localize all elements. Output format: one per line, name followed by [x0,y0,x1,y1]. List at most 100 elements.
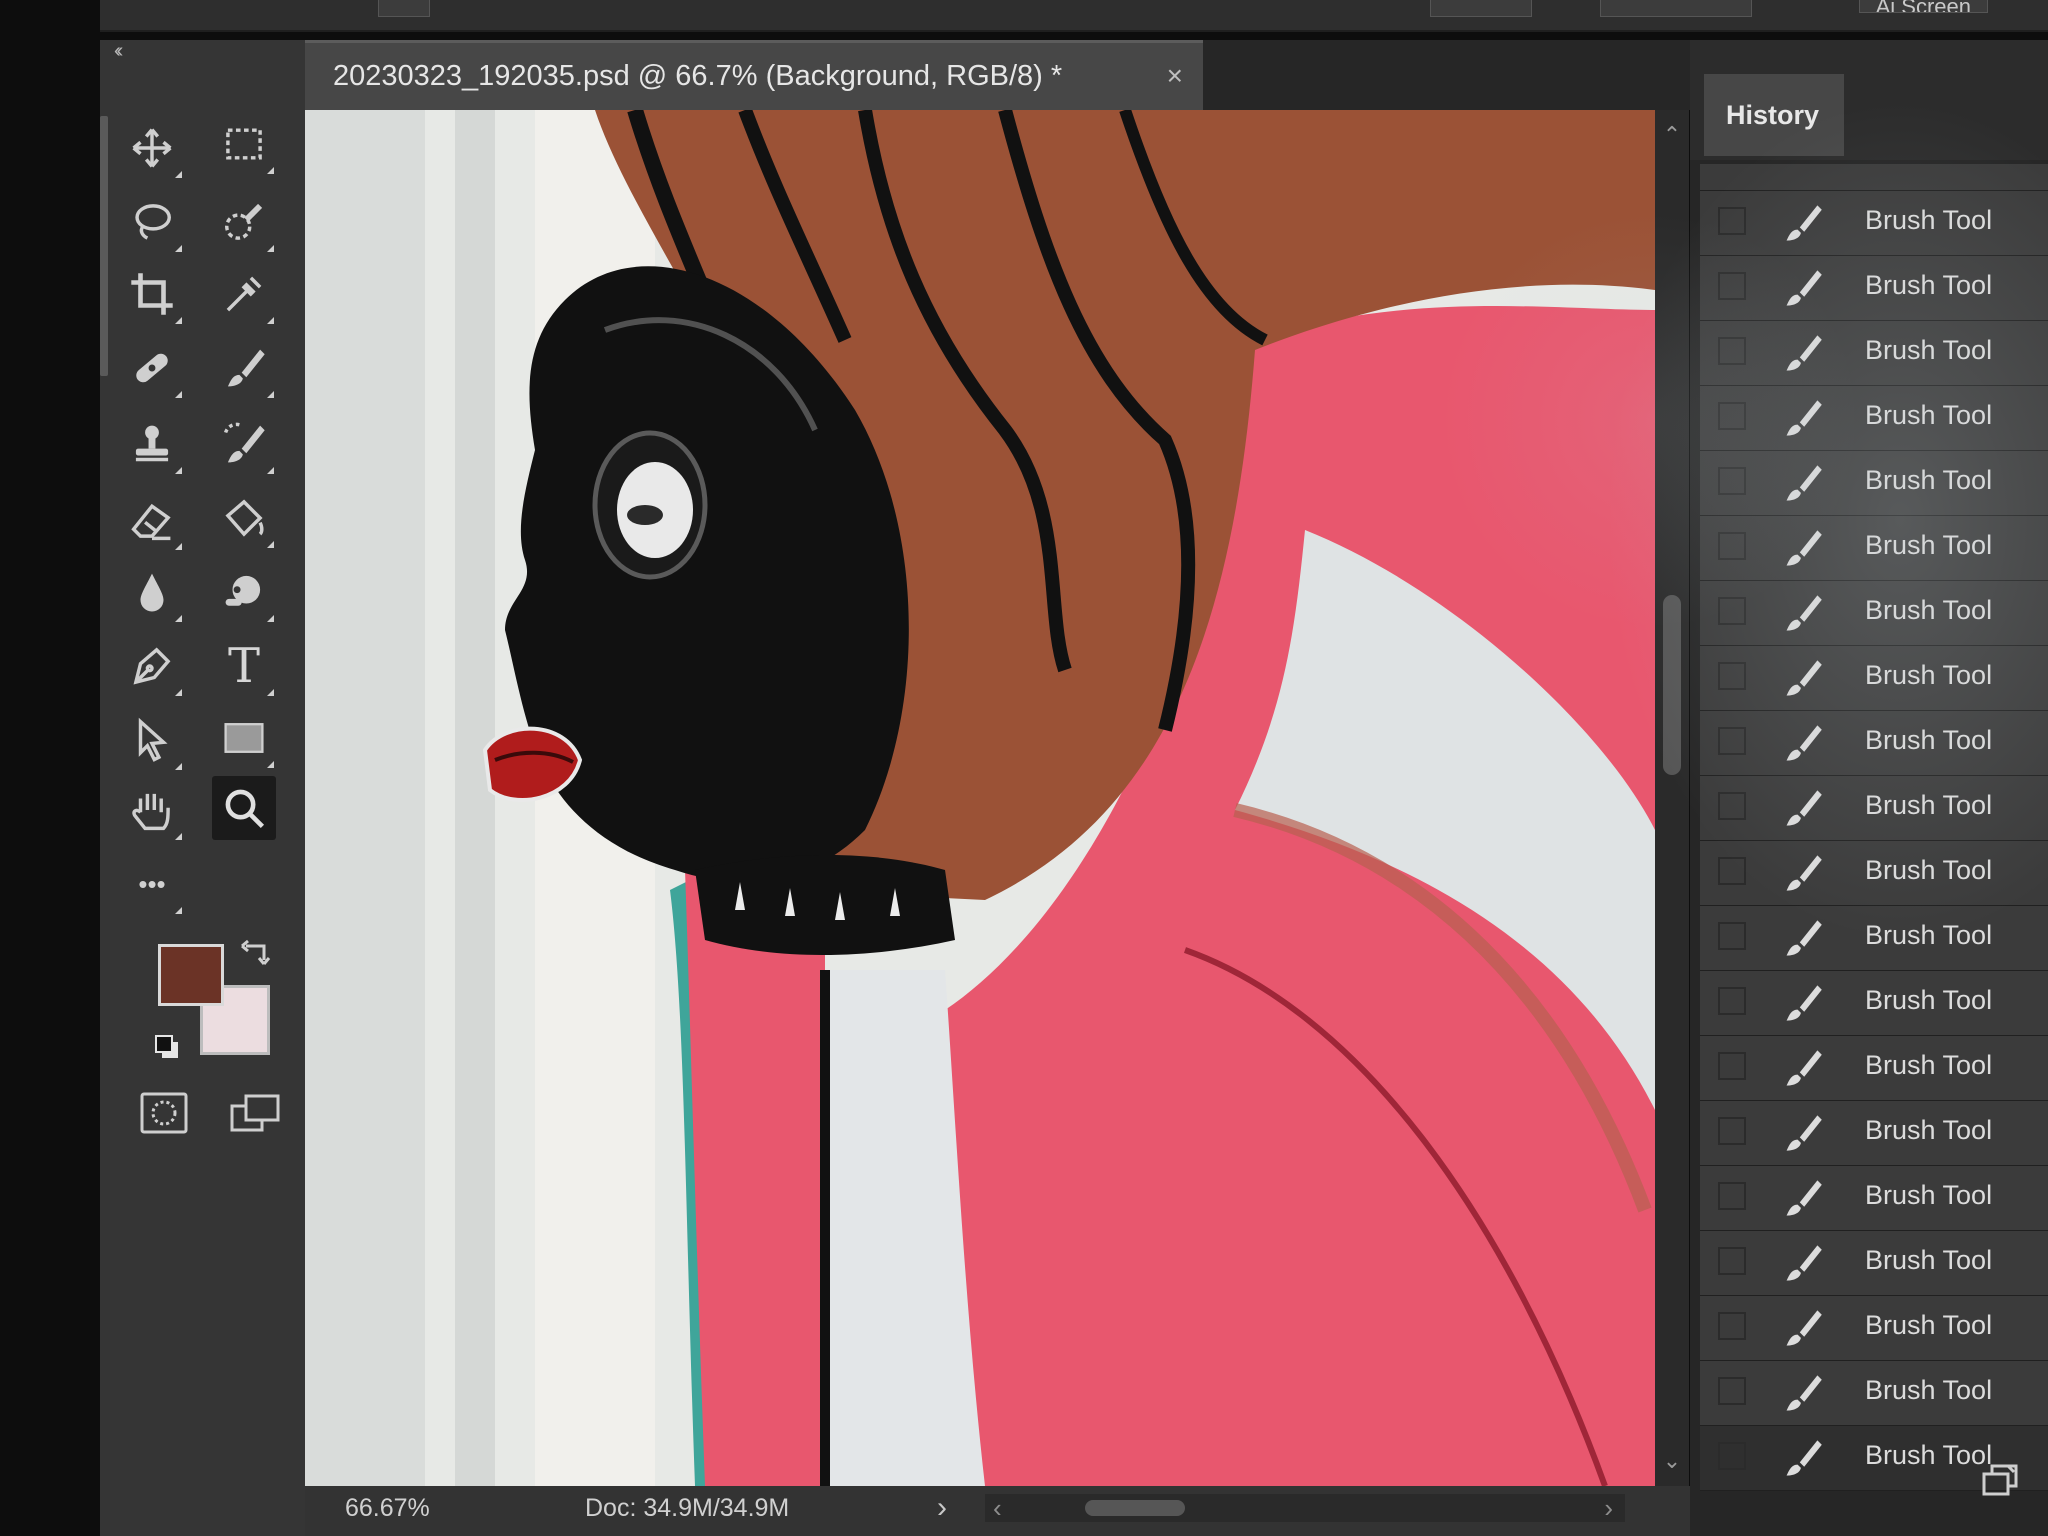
lasso-icon[interactable] [120,190,184,254]
history-item[interactable]: Brush Tool [1700,841,2048,906]
history-source-checkbox[interactable] [1718,337,1746,365]
rectangle-icon[interactable] [212,706,276,770]
history-source-checkbox[interactable] [1718,1182,1746,1210]
history-source-checkbox[interactable] [1718,402,1746,430]
options-bar: Ai Screen [100,0,2048,32]
history-row-partial [1700,164,2048,191]
default-colors-icon[interactable] [152,1032,184,1064]
history-item[interactable]: Brush Tool [1700,581,2048,646]
history-item[interactable]: Brush Tool [1700,1231,2048,1296]
vertical-scrollbar[interactable]: ⌃ ⌄ [1655,110,1689,1486]
path-selection-icon[interactable] [120,708,184,772]
more-tools-icon[interactable]: ••• [120,852,184,916]
brush-icon [1786,530,1822,566]
history-item[interactable]: Brush Tool [1700,321,2048,386]
scroll-left-icon[interactable]: ‹ [993,1486,1002,1530]
move-icon[interactable] [120,116,184,180]
history-source-checkbox[interactable] [1718,532,1746,560]
history-item[interactable]: Brush Tool [1700,646,2048,711]
close-document-icon[interactable]: × [1167,43,1183,109]
history-source-checkbox[interactable] [1718,1442,1746,1470]
history-source-checkbox[interactable] [1718,792,1746,820]
history-source-checkbox[interactable] [1718,207,1746,235]
brush-icon [1786,855,1822,891]
history-item[interactable]: Brush Tool [1700,1036,2048,1101]
options-button[interactable] [1430,0,1532,17]
eyedropper-icon[interactable] [212,262,276,326]
foreground-color-swatch[interactable] [158,944,224,1006]
history-item[interactable]: Brush Tool [1700,451,2048,516]
zoom-icon[interactable] [212,776,276,840]
history-source-checkbox[interactable] [1718,1377,1746,1405]
history-source-checkbox[interactable] [1718,272,1746,300]
history-source-checkbox[interactable] [1718,1312,1746,1340]
history-source-checkbox[interactable] [1718,857,1746,885]
scroll-up-icon[interactable]: ⌃ [1655,122,1689,148]
history-item-label: Brush Tool [1865,985,1993,1015]
history-item[interactable]: Brush Tool [1700,1101,2048,1166]
history-item[interactable]: Brush Tool [1700,191,2048,256]
history-item-label: Brush Tool [1865,660,1993,690]
history-source-checkbox[interactable] [1718,1117,1746,1145]
pen-icon[interactable] [120,634,184,698]
history-item[interactable]: Brush Tool [1700,906,2048,971]
history-item-label: Brush Tool [1865,270,1993,300]
history-source-checkbox[interactable] [1718,597,1746,625]
history-item[interactable]: Brush Tool [1700,776,2048,841]
history-source-checkbox[interactable] [1718,987,1746,1015]
workspace-label[interactable]: Ai Screen [1858,0,1988,13]
history-item[interactable]: Brush Tool [1700,971,2048,1036]
quick-mask-icon[interactable] [138,1090,190,1136]
history-item[interactable]: Brush Tool [1700,1296,2048,1361]
horizontal-scroll-thumb[interactable] [1085,1500,1185,1516]
artwork-left-band [305,110,425,1486]
toolbar-grip[interactable] [100,116,108,376]
status-bar: 66.67% Doc: 34.9M/34.9M › ‹ › [305,1486,1690,1536]
document-title: 20230323_192035.psd @ 66.7% (Background,… [333,60,1063,92]
blur-icon[interactable] [120,560,184,624]
canvas[interactable] [305,110,1655,1486]
history-source-checkbox[interactable] [1718,662,1746,690]
dodge-icon[interactable] [212,560,276,624]
history-item[interactable]: Brush Tool [1700,1361,2048,1426]
history-item[interactable]: Brush Tool [1700,711,2048,776]
hand-icon[interactable] [120,778,184,842]
new-snapshot-icon[interactable] [1978,1460,2022,1500]
rectangular-marquee-icon[interactable] [212,112,276,176]
screen-mode-icon[interactable] [228,1090,284,1136]
clone-stamp-icon[interactable] [120,412,184,476]
document-tab[interactable]: 20230323_192035.psd @ 66.7% (Background,… [305,40,1203,110]
history-source-checkbox[interactable] [1718,1052,1746,1080]
history-item[interactable]: Brush Tool [1700,516,2048,581]
zoom-level[interactable]: 66.67% [345,1486,430,1530]
history-item-label: Brush Tool [1865,400,1993,430]
scroll-down-icon[interactable]: ⌄ [1655,1448,1689,1474]
scroll-right-icon[interactable]: › [1604,1486,1613,1530]
history-item-label: Brush Tool [1865,1375,1993,1405]
history-source-checkbox[interactable] [1718,467,1746,495]
paint-bucket-icon[interactable] [212,486,276,550]
vertical-scroll-thumb[interactable] [1663,595,1681,775]
horizontal-scrollbar[interactable]: ‹ › [985,1493,1625,1523]
quick-selection-icon[interactable] [212,190,276,254]
options-button[interactable] [1600,0,1752,17]
eraser-icon[interactable] [120,488,184,552]
history-source-checkbox[interactable] [1718,922,1746,950]
status-menu-arrow-icon[interactable]: › [937,1486,947,1530]
history-source-checkbox[interactable] [1718,727,1746,755]
history-item[interactable]: Brush Tool [1700,386,2048,451]
crop-icon[interactable] [120,262,184,326]
swap-colors-icon[interactable] [240,936,272,968]
collapse-toolbar-icon[interactable]: ‹‹ [114,40,124,63]
tab-history[interactable]: History [1704,74,1844,156]
history-brush-icon[interactable] [212,412,276,476]
history-item[interactable]: Brush Tool [1700,256,2048,321]
options-button[interactable] [378,0,430,17]
spot-healing-icon[interactable] [120,336,184,400]
history-source-checkbox[interactable] [1718,1247,1746,1275]
brush-icon [1786,1310,1822,1346]
history-item[interactable]: Brush Tool [1700,1166,2048,1231]
brush-icon[interactable] [212,336,276,400]
history-item-label: Brush Tool [1865,1115,1993,1145]
type-icon[interactable]: T [212,634,276,698]
